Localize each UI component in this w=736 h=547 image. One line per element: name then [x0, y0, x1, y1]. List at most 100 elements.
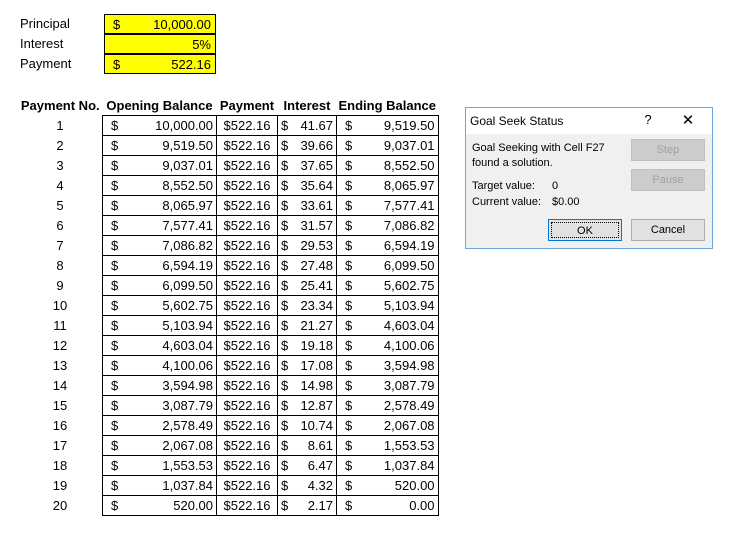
payment-cell[interactable]: $522.16 — [216, 175, 278, 196]
interest-cell[interactable]: $14.98 — [277, 375, 337, 396]
payment-no-cell[interactable]: 5 — [18, 196, 103, 216]
payment-cell[interactable]: $522.16 — [216, 335, 278, 356]
ending-balance-cell[interactable]: $1,553.53 — [336, 435, 439, 456]
opening-balance-cell[interactable]: $8,552.50 — [102, 175, 217, 196]
opening-balance-cell[interactable]: $7,086.82 — [102, 235, 217, 256]
interest-cell[interactable]: $31.57 — [277, 215, 337, 236]
opening-balance-cell[interactable]: $2,067.08 — [102, 435, 217, 456]
payment-no-cell[interactable]: 15 — [18, 396, 103, 416]
ending-balance-cell[interactable]: $9,037.01 — [336, 135, 439, 156]
opening-balance-cell[interactable]: $2,578.49 — [102, 415, 217, 436]
opening-balance-cell[interactable]: $9,519.50 — [102, 135, 217, 156]
opening-balance-cell[interactable]: $5,602.75 — [102, 295, 217, 316]
ending-balance-cell[interactable]: $8,065.97 — [336, 175, 439, 196]
ending-balance-cell[interactable]: $6,099.50 — [336, 255, 439, 276]
ending-balance-cell[interactable]: $7,577.41 — [336, 195, 439, 216]
payment-no-cell[interactable]: 17 — [18, 436, 103, 456]
payment-cell[interactable]: $522.16 — [216, 255, 278, 276]
principal-cell[interactable]: $ 10,000.00 — [104, 14, 216, 34]
payment-cell[interactable]: $522.16 — [216, 295, 278, 316]
payment-cell[interactable]: $522.16 — [216, 235, 278, 256]
opening-balance-cell[interactable]: $520.00 — [102, 495, 217, 516]
opening-balance-cell[interactable]: $3,594.98 — [102, 375, 217, 396]
ending-balance-cell[interactable]: $6,594.19 — [336, 235, 439, 256]
interest-cell[interactable]: $21.27 — [277, 315, 337, 336]
interest-cell[interactable]: $2.17 — [277, 495, 337, 516]
payment-no-cell[interactable]: 11 — [18, 316, 103, 336]
interest-cell[interactable]: $41.67 — [277, 115, 337, 136]
cancel-button[interactable]: Cancel — [631, 219, 705, 241]
payment-no-cell[interactable]: 6 — [18, 216, 103, 236]
payment-cell[interactable]: $522.16 — [216, 355, 278, 376]
payment-no-cell[interactable]: 18 — [18, 456, 103, 476]
payment-cell[interactable]: $522.16 — [216, 435, 278, 456]
payment-cell[interactable]: $522.16 — [216, 495, 278, 516]
interest-cell[interactable]: $35.64 — [277, 175, 337, 196]
payment-no-cell[interactable]: 1 — [18, 116, 103, 136]
payment-no-cell[interactable]: 7 — [18, 236, 103, 256]
ending-balance-cell[interactable]: $7,086.82 — [336, 215, 439, 236]
payment-no-cell[interactable]: 14 — [18, 376, 103, 396]
interest-cell[interactable]: 5% — [104, 34, 216, 54]
interest-cell[interactable]: $37.65 — [277, 155, 337, 176]
payment-cell[interactable]: $522.16 — [216, 215, 278, 236]
ending-balance-cell[interactable]: $2,067.08 — [336, 415, 439, 436]
payment-no-cell[interactable]: 16 — [18, 416, 103, 436]
ending-balance-cell[interactable]: $3,087.79 — [336, 375, 439, 396]
ending-balance-cell[interactable]: $4,100.06 — [336, 335, 439, 356]
payment-cell[interactable]: $522.16 — [216, 475, 278, 496]
ending-balance-cell[interactable]: $8,552.50 — [336, 155, 439, 176]
interest-cell[interactable]: $19.18 — [277, 335, 337, 356]
dialog-titlebar[interactable]: Goal Seek Status ? ✕ — [466, 108, 712, 134]
opening-balance-cell[interactable]: $8,065.97 — [102, 195, 217, 216]
payment-cell[interactable]: $522.16 — [216, 275, 278, 296]
payment-no-cell[interactable]: 8 — [18, 256, 103, 276]
opening-balance-cell[interactable]: $4,603.04 — [102, 335, 217, 356]
interest-cell[interactable]: $27.48 — [277, 255, 337, 276]
payment-cell[interactable]: $522.16 — [216, 155, 278, 176]
close-icon[interactable]: ✕ — [680, 111, 696, 129]
interest-cell[interactable]: $29.53 — [277, 235, 337, 256]
payment-no-cell[interactable]: 20 — [18, 496, 103, 516]
opening-balance-cell[interactable]: $4,100.06 — [102, 355, 217, 376]
ending-balance-cell[interactable]: $1,037.84 — [336, 455, 439, 476]
payment-cell[interactable]: $522.16 — [216, 375, 278, 396]
ending-balance-cell[interactable]: $5,103.94 — [336, 295, 439, 316]
interest-cell[interactable]: $8.61 — [277, 435, 337, 456]
interest-cell[interactable]: $17.08 — [277, 355, 337, 376]
pause-button[interactable]: Pause — [631, 169, 705, 191]
payment-no-cell[interactable]: 12 — [18, 336, 103, 356]
interest-cell[interactable]: $39.66 — [277, 135, 337, 156]
help-icon[interactable]: ? — [641, 112, 655, 127]
payment-no-cell[interactable]: 9 — [18, 276, 103, 296]
payment-no-cell[interactable]: 13 — [18, 356, 103, 376]
ending-balance-cell[interactable]: $520.00 — [336, 475, 439, 496]
opening-balance-cell[interactable]: $6,099.50 — [102, 275, 217, 296]
payment-cell[interactable]: $522.16 — [216, 455, 278, 476]
interest-cell[interactable]: $6.47 — [277, 455, 337, 476]
payment-no-cell[interactable]: 19 — [18, 476, 103, 496]
payment-cell[interactable]: $522.16 — [216, 135, 278, 156]
payment-cell[interactable]: $522.16 — [216, 115, 278, 136]
payment-cell[interactable]: $522.16 — [216, 395, 278, 416]
payment-cell[interactable]: $522.16 — [216, 415, 278, 436]
ending-balance-cell[interactable]: $5,602.75 — [336, 275, 439, 296]
opening-balance-cell[interactable]: $7,577.41 — [102, 215, 217, 236]
interest-cell[interactable]: $12.87 — [277, 395, 337, 416]
ending-balance-cell[interactable]: $9,519.50 — [336, 115, 439, 136]
interest-cell[interactable]: $23.34 — [277, 295, 337, 316]
interest-cell[interactable]: $10.74 — [277, 415, 337, 436]
opening-balance-cell[interactable]: $3,087.79 — [102, 395, 217, 416]
interest-cell[interactable]: $4.32 — [277, 475, 337, 496]
payment-no-cell[interactable]: 2 — [18, 136, 103, 156]
ending-balance-cell[interactable]: $3,594.98 — [336, 355, 439, 376]
ending-balance-cell[interactable]: $2,578.49 — [336, 395, 439, 416]
payment-cell[interactable]: $ 522.16 — [104, 54, 216, 74]
opening-balance-cell[interactable]: $5,103.94 — [102, 315, 217, 336]
payment-cell[interactable]: $522.16 — [216, 195, 278, 216]
opening-balance-cell[interactable]: $9,037.01 — [102, 155, 217, 176]
ok-button[interactable]: OK — [548, 219, 622, 241]
opening-balance-cell[interactable]: $1,553.53 — [102, 455, 217, 476]
opening-balance-cell[interactable]: $1,037.84 — [102, 475, 217, 496]
opening-balance-cell[interactable]: $10,000.00 — [102, 115, 217, 136]
